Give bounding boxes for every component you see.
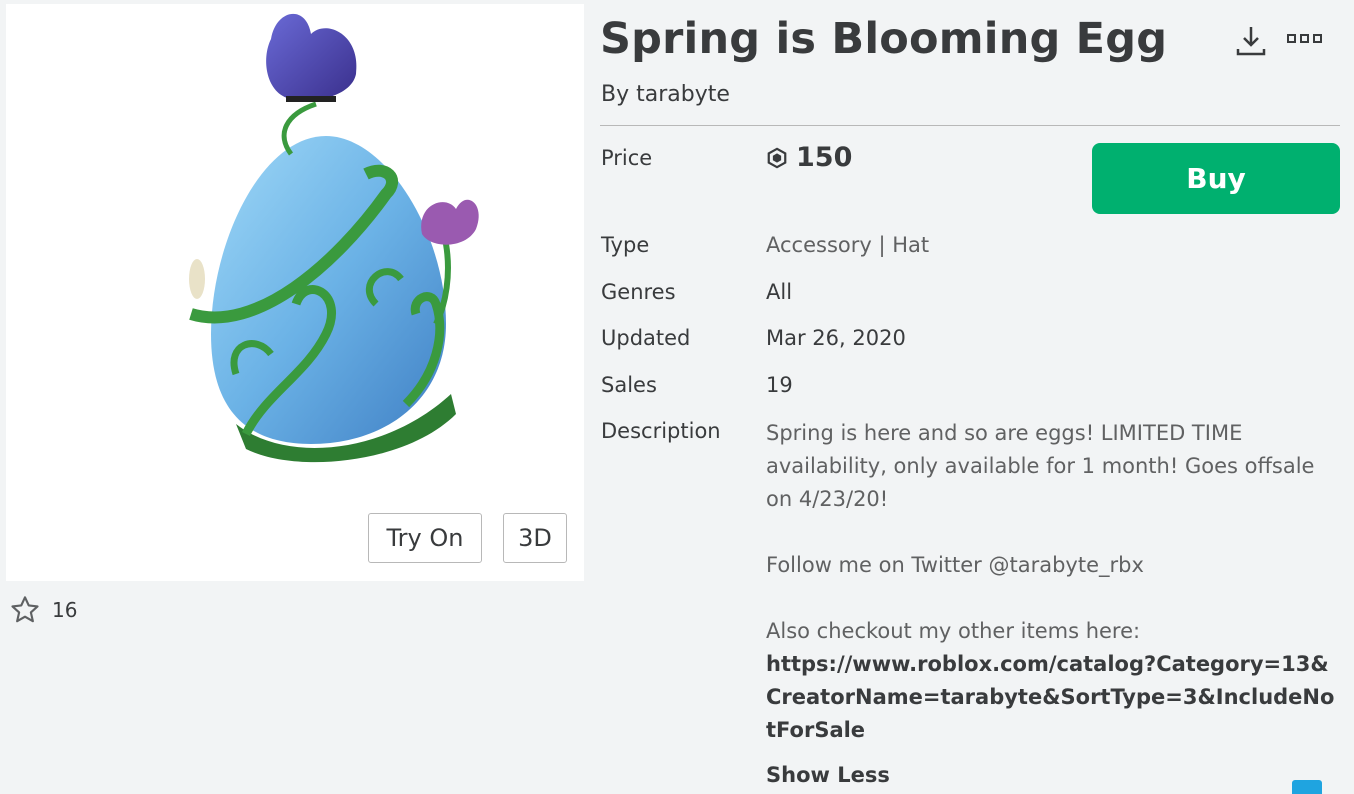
robux-icon xyxy=(767,147,787,168)
description-text: Spring is here and so are eggs! LIMITED … xyxy=(766,417,1336,747)
by-prefix: By xyxy=(601,82,630,107)
item-title: Spring is Blooming Egg xyxy=(600,14,1168,64)
description-link[interactable]: https://www.roblox.com/catalog?Category=… xyxy=(766,648,1336,747)
item-thumbnail: Try On 3D xyxy=(6,4,584,581)
star-icon[interactable] xyxy=(8,594,42,626)
favorite-count: 16 xyxy=(52,598,78,622)
sales-label: Sales xyxy=(601,373,657,397)
header-divider xyxy=(600,125,1340,126)
type-label: Type xyxy=(601,233,650,257)
updated-value: Mar 26, 2020 xyxy=(766,326,906,350)
type-value: Accessory | Hat xyxy=(766,233,930,257)
download-icon[interactable] xyxy=(1233,23,1269,59)
show-less-button[interactable]: Show Less xyxy=(766,763,890,787)
price-value-group: 150 xyxy=(766,142,852,173)
favorite-control[interactable]: 16 xyxy=(8,594,77,626)
item-image xyxy=(189,13,479,463)
3d-view-button[interactable]: 3D xyxy=(503,513,567,563)
updated-label: Updated xyxy=(601,326,691,350)
genres-label: Genres xyxy=(601,280,676,304)
try-on-button[interactable]: Try On xyxy=(368,513,482,563)
description-checkout: Also checkout my other items here: xyxy=(766,619,1141,643)
description-label: Description xyxy=(601,419,721,443)
chat-widget[interactable] xyxy=(1292,780,1322,794)
price-label: Price xyxy=(601,146,653,170)
price-value: 150 xyxy=(796,142,853,173)
creator-byline: By tarabyte xyxy=(601,82,730,107)
description-paragraph: Spring is here and so are eggs! LIMITED … xyxy=(766,421,1315,511)
buy-button[interactable]: Buy xyxy=(1092,143,1340,214)
genres-value[interactable]: All xyxy=(766,280,792,304)
creator-link[interactable]: tarabyte xyxy=(636,82,730,107)
more-options-icon[interactable] xyxy=(1287,32,1323,46)
sales-value: 19 xyxy=(766,373,793,397)
description-twitter: Follow me on Twitter @tarabyte_rbx xyxy=(766,553,1144,577)
